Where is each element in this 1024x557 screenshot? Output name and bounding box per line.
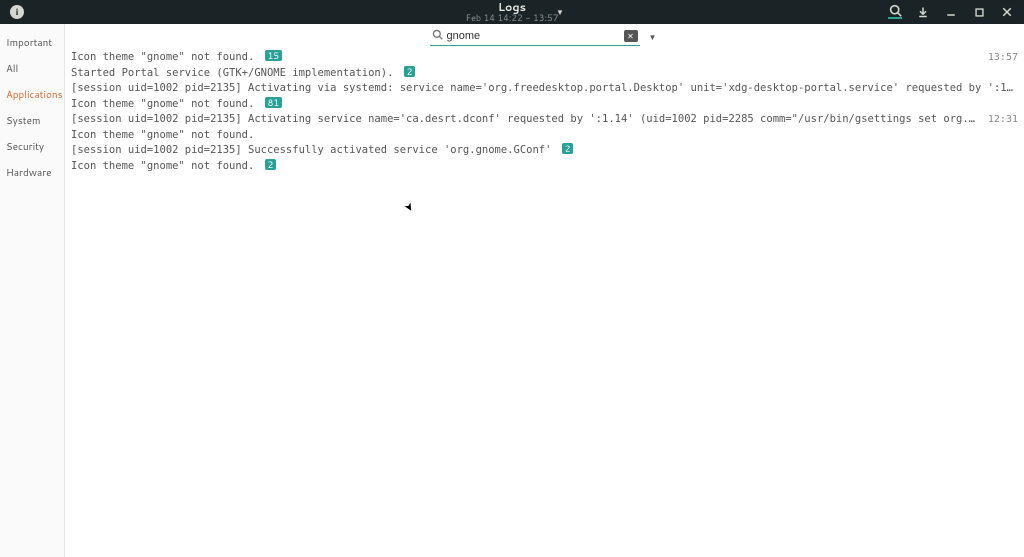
log-list[interactable]: Icon theme "gnome" not found. 1513:57Sta… <box>65 46 1024 557</box>
sidebar-item-all[interactable]: All <box>0 56 64 82</box>
header-right <box>888 5 1018 19</box>
close-icon[interactable] <box>1000 5 1014 19</box>
sidebar-item-security[interactable]: Security <box>0 134 64 160</box>
log-message: [session uid=1002 pid=2135] Activating v… <box>71 81 1018 97</box>
search-options-chevron-icon[interactable]: ▼ <box>646 29 660 45</box>
clear-search-icon[interactable]: ✕ <box>624 30 638 42</box>
sidebar: Important All Applications System Security Ha… <box>0 24 65 557</box>
search-input[interactable] <box>447 30 624 42</box>
sidebar-item-label: Important <box>6 36 52 50</box>
sidebar-item-label: All <box>6 62 18 76</box>
count-badge: 81 <box>265 97 282 108</box>
maximize-icon[interactable] <box>972 5 986 19</box>
sidebar-item-applications[interactable]: Applications <box>0 82 64 108</box>
log-time: 13:57 <box>980 50 1018 66</box>
header-center[interactable]: Logs Feb 14 14:22 - 13:57 <box>466 2 559 22</box>
sidebar-item-label: Hardware <box>6 166 51 180</box>
window-subtitle: Feb 14 14:22 - 13:57 <box>466 13 559 22</box>
log-row[interactable]: Icon theme "gnome" not found. 1513:57 <box>71 50 1018 66</box>
chevron-down-icon[interactable]: ▼ <box>556 6 564 18</box>
log-row[interactable]: Icon theme "gnome" not found. 2 <box>71 159 1018 175</box>
count-badge: 2 <box>265 159 277 170</box>
log-time: 12:31 <box>980 112 1018 128</box>
log-row[interactable]: [session uid=1002 pid=2135] Successfully… <box>71 143 1018 159</box>
sidebar-item-label: System <box>6 114 40 128</box>
count-badge: 15 <box>265 50 282 61</box>
sidebar-item-system[interactable]: System <box>0 108 64 134</box>
app-info-icon[interactable]: i <box>10 5 24 19</box>
log-message: [session uid=1002 pid=2135] Successfully… <box>71 143 1018 159</box>
log-row[interactable]: Started Portal service (GTK+/GNOME imple… <box>71 66 1018 82</box>
content-area: ✕ ▼ Icon theme "gnome" not found. 1513:5… <box>65 24 1024 557</box>
log-row[interactable]: [session uid=1002 pid=2135] Activating v… <box>71 81 1018 97</box>
headerbar: i Logs Feb 14 14:22 - 13:57 ▼ <box>0 0 1024 24</box>
log-message: Started Portal service (GTK+/GNOME imple… <box>71 66 1018 82</box>
search-icon <box>432 28 443 44</box>
sidebar-item-label: Applications <box>6 88 63 102</box>
count-badge: 2 <box>562 143 574 154</box>
log-message: Icon theme "gnome" not found. 81 <box>71 97 1018 113</box>
count-badge: 2 <box>404 66 416 77</box>
log-message: Icon theme "gnome" not found. <box>71 128 1018 144</box>
sidebar-item-label: Security <box>6 140 44 154</box>
export-icon[interactable] <box>916 5 930 19</box>
search-icon[interactable] <box>888 5 902 19</box>
log-row[interactable]: Icon theme "gnome" not found. 81 <box>71 97 1018 113</box>
log-row[interactable]: Icon theme "gnome" not found. <box>71 128 1018 144</box>
log-message: [session uid=1002 pid=2135] Activating s… <box>71 112 980 128</box>
log-message: Icon theme "gnome" not found. 15 <box>71 50 980 66</box>
log-message: Icon theme "gnome" not found. 2 <box>71 159 1018 175</box>
search-bar: ✕ ▼ <box>65 24 1024 46</box>
search-field-wrap[interactable]: ✕ <box>430 28 640 46</box>
sidebar-item-hardware[interactable]: Hardware <box>0 160 64 186</box>
log-row[interactable]: [session uid=1002 pid=2135] Activating s… <box>71 112 1018 128</box>
minimize-icon[interactable] <box>944 5 958 19</box>
sidebar-item-important[interactable]: Important <box>0 30 64 56</box>
